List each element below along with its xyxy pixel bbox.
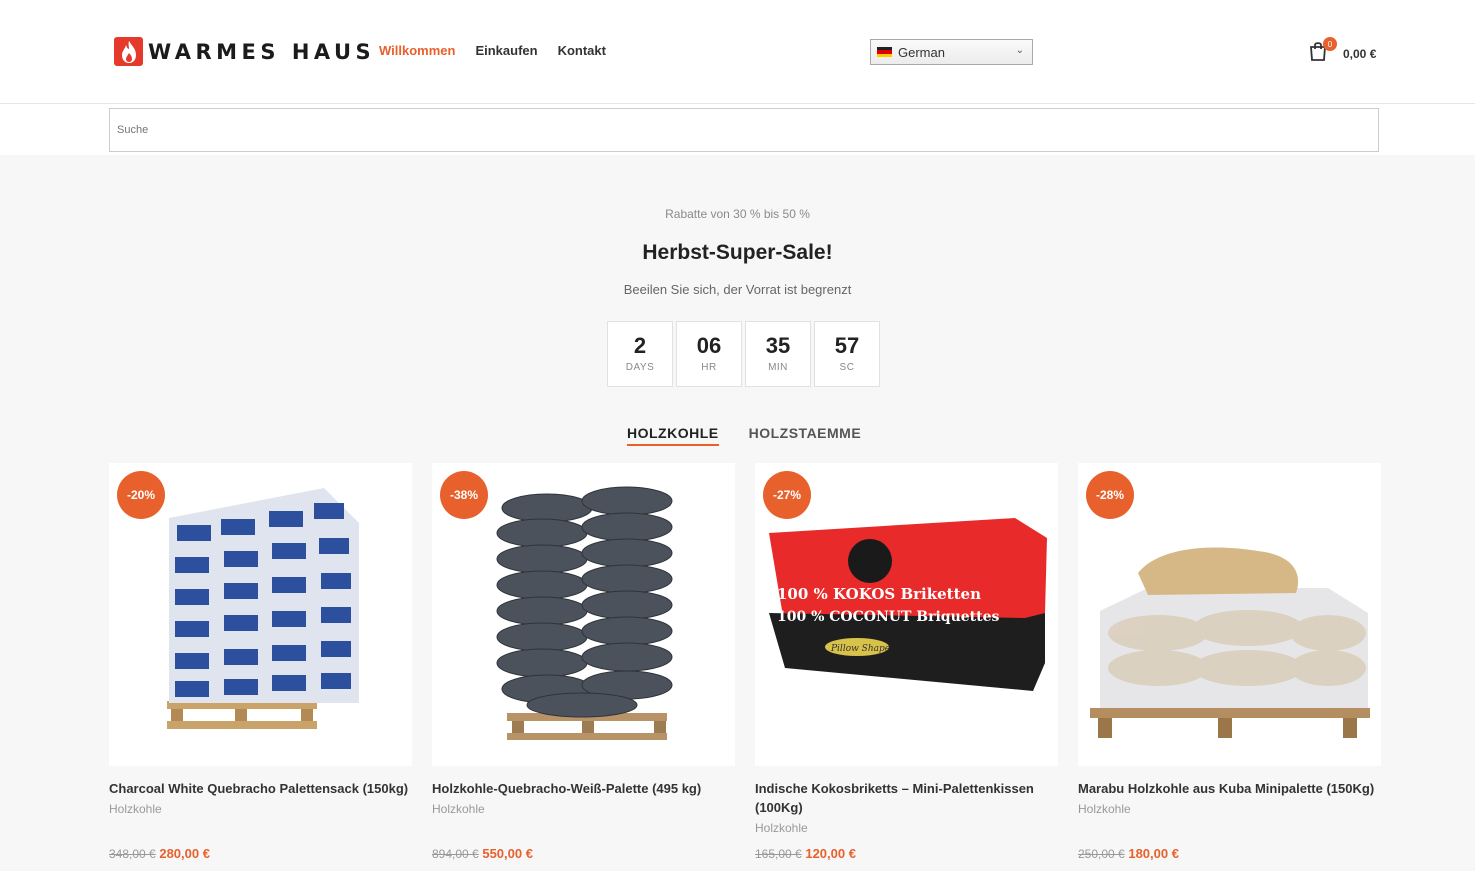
product-image[interactable]: -28% bbox=[1078, 463, 1381, 766]
product-card[interactable]: 100 % KOKOS Briketten 100 % COCONUT Briq… bbox=[755, 463, 1058, 861]
logo[interactable]: WARMES HAUS bbox=[114, 37, 375, 66]
countdown-value: 57 bbox=[834, 333, 860, 358]
old-price: 250,00 € bbox=[1078, 847, 1125, 861]
cart-count-badge: 0 bbox=[1323, 37, 1337, 51]
countdown-value: 2 bbox=[633, 333, 647, 358]
product-image[interactable]: -20% bbox=[109, 463, 412, 766]
language-label: German bbox=[898, 44, 945, 60]
product-name[interactable]: Holzkohle-Quebracho-Weiß-Palette (495 kg… bbox=[432, 779, 735, 798]
countdown-label: MIN bbox=[768, 362, 788, 373]
old-price: 894,00 € bbox=[432, 847, 479, 861]
cart-total: 0,00 € bbox=[1343, 46, 1377, 61]
product-name[interactable]: Marabu Holzkohle aus Kuba Minipalette (1… bbox=[1078, 779, 1381, 798]
discount-badge: -20% bbox=[117, 471, 165, 519]
old-price: 165,00 € bbox=[755, 847, 802, 861]
site-header: WARMES HAUS Willkommen Einkaufen Kontakt… bbox=[0, 0, 1475, 104]
countdown-label: SC bbox=[839, 362, 855, 373]
tab-holzstaemme[interactable]: HOLZSTAEMME bbox=[749, 425, 862, 446]
countdown-days: 2 DAYS bbox=[607, 321, 673, 387]
box-text-pillow: Pillow Shape bbox=[830, 644, 890, 654]
sale-price: 550,00 € bbox=[482, 846, 533, 861]
sale-price: 280,00 € bbox=[159, 846, 210, 861]
tab-holzkohle[interactable]: HOLZKOHLE bbox=[627, 425, 719, 446]
language-select[interactable]: German ⌄ bbox=[870, 39, 1033, 65]
logo-text: WARMES HAUS bbox=[148, 39, 376, 64]
box-text-kokos: 100 % KOKOS Briketten bbox=[777, 585, 981, 603]
old-price: 348,00 € bbox=[109, 847, 156, 861]
product-grid: -20% Charcoal White Quebracho Palettensa… bbox=[109, 463, 1381, 861]
product-image[interactable]: -38% bbox=[432, 463, 735, 766]
promo-description: Beeilen Sie sich, der Vorrat ist begrenz… bbox=[623, 282, 852, 297]
countdown-value: 06 bbox=[696, 333, 722, 358]
product-price: 165,00 € 120,00 € bbox=[755, 846, 856, 861]
flag-de-icon bbox=[877, 47, 892, 57]
cart-button[interactable]: 0 0,00 € bbox=[1308, 37, 1377, 67]
product-price: 250,00 € 180,00 € bbox=[1078, 846, 1179, 861]
product-card[interactable]: -20% Charcoal White Quebracho Palettensa… bbox=[109, 463, 412, 861]
product-category[interactable]: Holzkohle bbox=[109, 802, 412, 816]
countdown-label: HR bbox=[701, 362, 717, 373]
sale-price: 180,00 € bbox=[1128, 846, 1179, 861]
product-category[interactable]: Holzkohle bbox=[432, 802, 735, 816]
countdown-minutes: 35 MIN bbox=[745, 321, 811, 387]
countdown-value: 35 bbox=[765, 333, 791, 358]
nav-item-willkommen[interactable]: Willkommen bbox=[379, 43, 455, 58]
countdown-label: DAYS bbox=[625, 362, 655, 373]
product-category[interactable]: Holzkohle bbox=[755, 821, 1058, 835]
product-name[interactable]: Indische Kokosbriketts – Mini-Palettenki… bbox=[755, 779, 1058, 817]
product-image[interactable]: 100 % KOKOS Briketten 100 % COCONUT Briq… bbox=[755, 463, 1058, 766]
discount-badge: -28% bbox=[1086, 471, 1134, 519]
promo-subtitle: Rabatte von 30 % bis 50 % bbox=[665, 207, 810, 221]
discount-badge: -27% bbox=[763, 471, 811, 519]
search-bar bbox=[0, 104, 1475, 155]
nav-item-einkaufen[interactable]: Einkaufen bbox=[475, 43, 537, 58]
promo-title: Herbst-Super-Sale! bbox=[642, 241, 833, 264]
box-text-coconut: 100 % COCONUT Briquettes bbox=[777, 609, 999, 625]
main-nav: Willkommen Einkaufen Kontakt bbox=[379, 43, 606, 58]
flame-icon bbox=[114, 37, 143, 66]
product-category[interactable]: Holzkohle bbox=[1078, 802, 1381, 816]
sale-price: 120,00 € bbox=[805, 846, 856, 861]
countdown-hours: 06 HR bbox=[676, 321, 742, 387]
product-name[interactable]: Charcoal White Quebracho Palettensack (1… bbox=[109, 779, 412, 798]
discount-badge: -38% bbox=[440, 471, 488, 519]
countdown-seconds: 57 SC bbox=[814, 321, 880, 387]
category-tabs: HOLZKOHLE HOLZSTAEMME bbox=[627, 425, 861, 446]
product-card[interactable]: -28% Marabu Holzkohle aus Kuba Minipalet… bbox=[1078, 463, 1381, 861]
product-price: 894,00 € 550,00 € bbox=[432, 846, 533, 861]
countdown-timer: 2 DAYS 06 HR 35 MIN 57 SC bbox=[607, 321, 880, 387]
product-card[interactable]: -38% Holzkohle-Quebracho-Weiß-Palette (4… bbox=[432, 463, 735, 861]
search-input[interactable] bbox=[109, 108, 1379, 152]
chevron-down-icon: ⌄ bbox=[1015, 45, 1024, 56]
product-price: 348,00 € 280,00 € bbox=[109, 846, 210, 861]
nav-item-kontakt[interactable]: Kontakt bbox=[558, 43, 606, 58]
